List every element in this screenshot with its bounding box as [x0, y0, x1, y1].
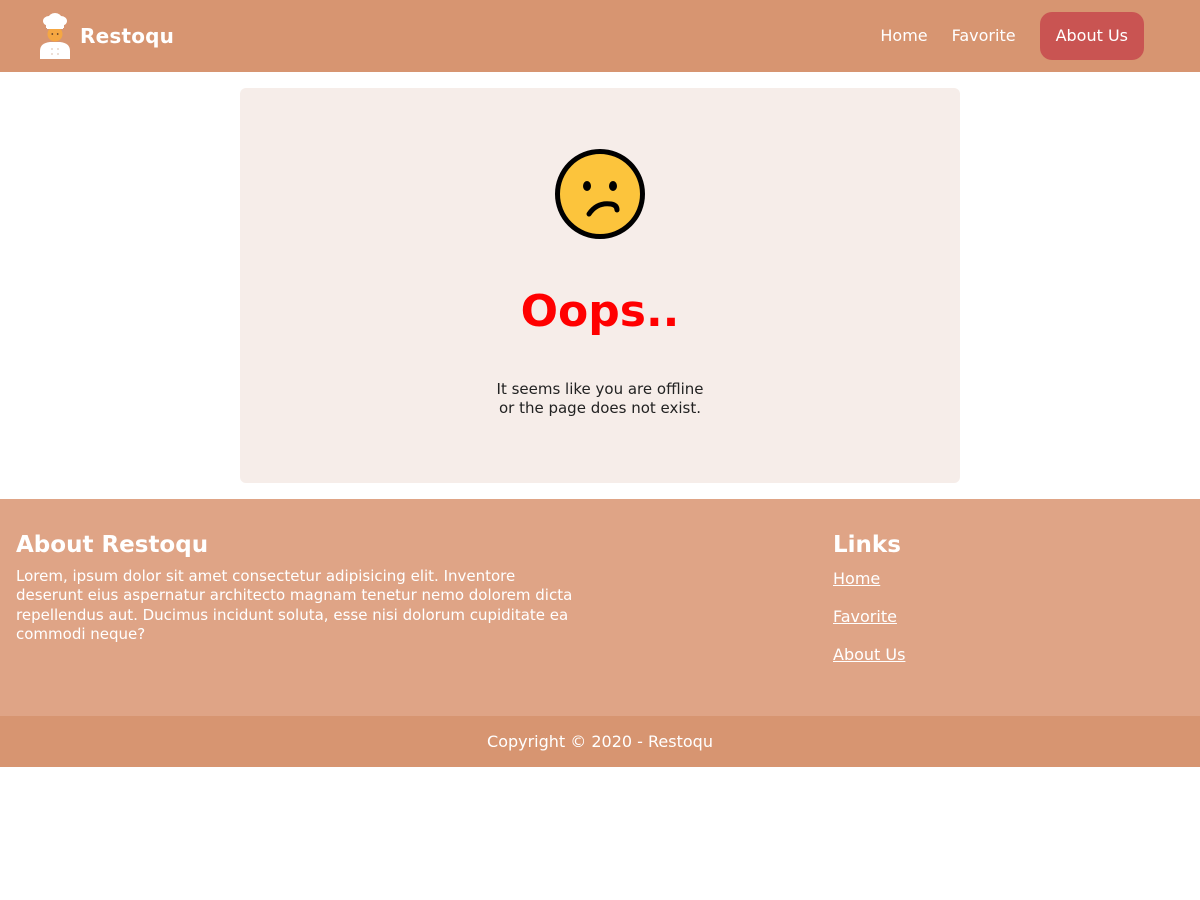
- footer-link-home[interactable]: Home: [833, 569, 880, 588]
- offline-card: Oops.. It seems like you are offline or …: [240, 88, 960, 483]
- app-header: Restoqu Home Favorite About Us: [0, 0, 1200, 72]
- chef-icon: [40, 13, 70, 59]
- copyright-text: Copyright © 2020 - Restoqu: [487, 732, 713, 751]
- footer-link-favorite[interactable]: Favorite: [833, 607, 897, 626]
- footer-link-item: Favorite: [833, 605, 905, 643]
- footer-link-about-us[interactable]: About Us: [833, 645, 905, 664]
- footer-about-text: Lorem, ipsum dolor sit amet consectetur …: [16, 567, 573, 643]
- footer-link-item: Home: [833, 567, 905, 605]
- brand-name: Restoqu: [80, 24, 175, 48]
- offline-message-line-2: or the page does not exist.: [498, 399, 702, 417]
- footer-link-item: About Us: [833, 643, 905, 681]
- footer-links: Links Home Favorite About Us: [833, 529, 905, 681]
- nav-about-us[interactable]: About Us: [1039, 12, 1144, 60]
- offline-message-line-1: It seems like you are offline: [496, 380, 704, 398]
- app-footer: About Restoqu Lorem, ipsum dolor sit ame…: [0, 499, 1200, 716]
- page-title: Oops..: [520, 286, 680, 337]
- copyright-bar: Copyright © 2020 - Restoqu: [0, 716, 1200, 767]
- offline-message: It seems like you are offline or the pag…: [240, 380, 960, 418]
- brand[interactable]: Restoqu: [38, 12, 174, 60]
- footer-links-title: Links: [833, 532, 901, 558]
- footer-about: About Restoqu Lorem, ipsum dolor sit ame…: [16, 529, 586, 644]
- footer-about-title: About Restoqu: [16, 532, 209, 558]
- nav-favorite[interactable]: Favorite: [940, 12, 1028, 60]
- confused-face-icon: [555, 149, 645, 239]
- nav-home[interactable]: Home: [868, 12, 939, 60]
- main-nav: Home Favorite About Us: [868, 12, 1144, 60]
- footer-links-list: Home Favorite About Us: [833, 567, 905, 681]
